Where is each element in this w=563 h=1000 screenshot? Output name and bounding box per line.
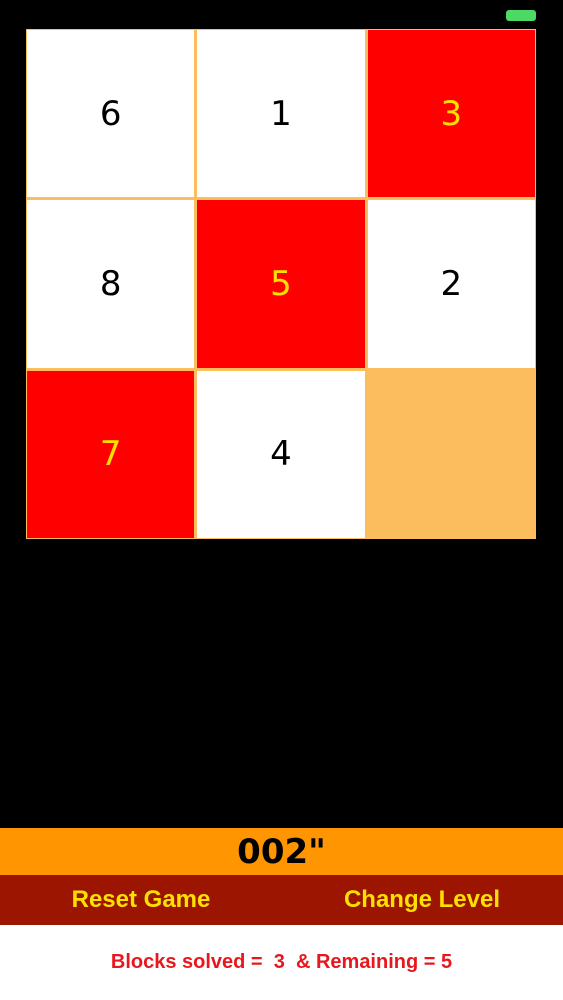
battery-icon	[506, 10, 536, 21]
puzzle-tile[interactable]: 6	[27, 30, 195, 198]
puzzle-tile[interactable]: 8	[27, 200, 195, 368]
progress-status: Blocks solved = 3 & Remaining = 5	[0, 925, 563, 1000]
game-screen: 6 1 3 8 5 2 7 4 002" Reset Game Change L…	[0, 0, 563, 1000]
puzzle-tile[interactable]: 2	[367, 200, 535, 368]
puzzle-tile[interactable]: 3	[367, 30, 535, 198]
puzzle-tile[interactable]: 7	[27, 370, 195, 538]
empty-tile[interactable]	[367, 370, 535, 538]
status-bar	[0, 0, 563, 30]
reset-game-button[interactable]: Reset Game	[40, 875, 242, 925]
control-bar: Reset Game Change Level	[0, 875, 563, 925]
change-level-button[interactable]: Change Level	[320, 875, 524, 925]
puzzle-board: 6 1 3 8 5 2 7 4	[26, 29, 536, 539]
puzzle-tile[interactable]: 4	[197, 370, 365, 538]
puzzle-tile[interactable]: 5	[197, 200, 365, 368]
elapsed-timer: 002"	[0, 828, 563, 875]
puzzle-tile[interactable]: 1	[197, 30, 365, 198]
